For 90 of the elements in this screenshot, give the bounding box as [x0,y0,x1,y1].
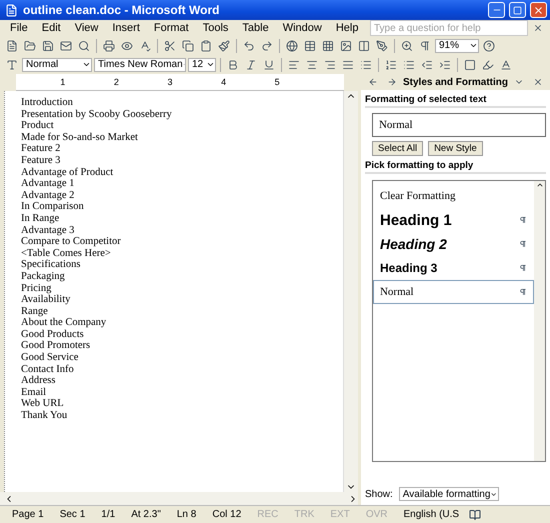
brush-icon[interactable] [216,38,232,54]
menu-item[interactable]: Table [236,22,275,34]
document-line: Product [21,120,55,132]
vertical-scrollbar[interactable] [342,91,358,492]
pane-button[interactable]: New Style [428,141,483,156]
show-label: Show: [364,488,393,500]
status-item: Page 1 [11,509,45,520]
window-title: outline clean.doc - Microsoft Word [23,3,220,17]
help-search-field[interactable]: Type a question for help [370,20,528,36]
font-dropdown[interactable]: Times New Roman [94,58,186,72]
show-dropdown[interactable]: Available formatting [398,487,499,501]
zoom-dropdown[interactable]: 91% [435,38,479,52]
document-line: Address [21,375,56,387]
document-line: Advantage 1 [21,178,76,190]
document-line: Contact Info [21,364,75,376]
menu-item[interactable]: Tools [196,22,234,34]
menu-item[interactable]: Window [276,22,328,34]
globe-icon[interactable] [284,38,300,54]
section-heading: Pick formatting to apply [364,160,546,174]
style-item[interactable]: Clear Formatting [372,184,534,208]
document-line: Web URL [21,398,65,410]
menu-item[interactable]: Insert [106,22,146,34]
ruler-number: 5 [274,77,280,87]
caret-icon [469,41,478,50]
status-item: OVR [364,509,388,520]
maximize-button[interactable] [509,2,526,18]
horizontal-scrollbar[interactable] [0,492,358,505]
document-line: Range [21,306,49,318]
ruler-number: 1 [60,77,66,87]
style-dropdown[interactable]: Normal [22,58,92,72]
status-item: Col 12 [211,509,242,520]
ruler-number: 4 [221,77,226,87]
document-line: Good Products [21,328,85,340]
status-item: Sec 1 [58,509,86,520]
menu-item[interactable]: Help [330,22,364,34]
document-line: Advantage of Product [21,166,114,178]
current-style-box: Normal [372,113,546,137]
caret-icon [206,60,215,69]
document-line: <Table Comes Here> [21,248,112,260]
status-item: REC [256,509,280,520]
maximize-icon [513,6,522,14]
document-line: About the Company [21,317,108,329]
document-line: Specifications [21,259,82,271]
document-line: Introduction [21,97,74,109]
status-item: EXT [329,509,351,520]
style-item[interactable]: Heading 1 [372,208,534,232]
document-line: Made for So-and-so Market [21,132,139,144]
ruler-number: 2 [114,77,119,87]
status-item: Ln 8 [176,509,198,520]
style-item[interactable]: Heading 3 [372,256,534,280]
document-line: Feature 2 [21,143,62,155]
menu-item[interactable]: Format [148,22,195,34]
pane-button[interactable]: Select All [372,141,424,156]
font-size-dropdown[interactable]: 12 [188,58,216,72]
help-icon[interactable] [481,38,497,54]
document-line: Packaging [21,270,66,282]
document-line: Email [21,386,48,398]
menu-item[interactable]: View [68,22,104,34]
document-line: Good Service [21,352,80,364]
style-item[interactable]: Heading 2 [372,232,534,256]
style-item[interactable]: Normal [372,280,534,304]
document-line: In Range [21,212,60,225]
document-line: Advantage 2 [21,190,76,202]
close-icon [533,4,544,16]
document-line: Availability [21,294,72,306]
ruler-number: 3 [167,77,172,87]
status-item: English (U.S [402,509,460,520]
copy-icon[interactable] [180,38,196,54]
status-item: 1/1 [100,509,116,520]
document-line: Good Promoters [21,340,92,352]
list-scrollbar[interactable] [534,181,545,461]
status-item: TRK [293,509,316,520]
minimize-button[interactable] [488,2,505,18]
document-line: Advantage 3 [21,224,76,236]
pen-icon[interactable] [374,38,390,54]
caret-icon [82,60,91,69]
status-item: At 2.3" [130,509,162,520]
document-line: Thank You [21,410,68,422]
menu-item[interactable]: Edit [36,22,67,34]
document-line: Pricing [21,282,52,294]
document-line: Feature 3 [21,154,62,167]
close-button[interactable] [530,2,547,18]
pane-title: Styles and Formatting [402,76,508,88]
scroll-up-icon [536,181,544,189]
menu-item[interactable]: File [4,22,34,34]
document-line: In Comparison [21,201,85,213]
document-line: Compare to Competitor [21,236,122,248]
document-line: Presentation by Scooby Gooseberry [21,108,173,120]
section-heading: Formatting of selected text [364,94,546,108]
printer-icon[interactable] [101,38,117,54]
